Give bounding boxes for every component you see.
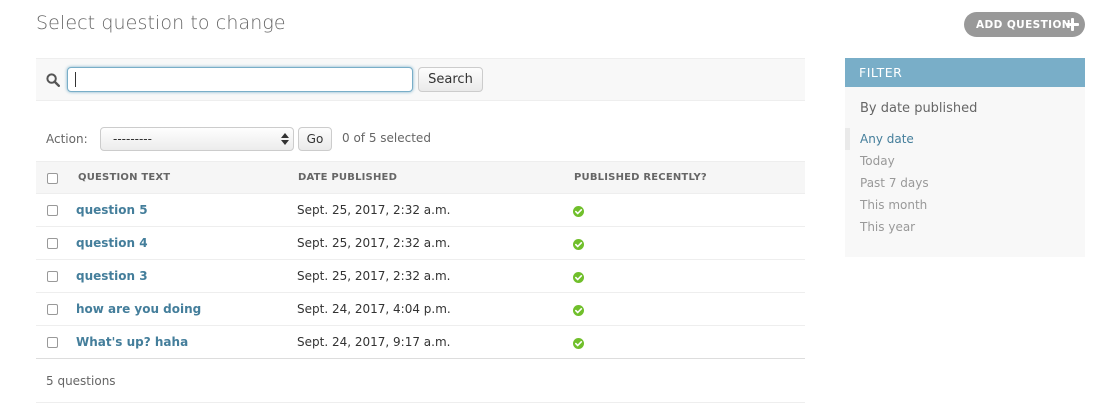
action-label: Action:: [46, 132, 88, 146]
selection-counter: 0 of 5 selected: [342, 131, 431, 145]
date-published: Sept. 24, 2017, 9:17 a.m.: [297, 335, 451, 349]
column-header-published-recently[interactable]: PUBLISHED RECENTLY?: [574, 172, 707, 183]
filter-title: FILTER: [845, 58, 1085, 87]
row-checkbox[interactable]: [47, 304, 58, 315]
results-table: QUESTION TEXT DATE PUBLISHED PUBLISHED R…: [36, 161, 805, 359]
question-link[interactable]: question 4: [76, 236, 148, 250]
search-icon: [46, 73, 60, 87]
filter-selected-marker: [845, 128, 850, 150]
question-link[interactable]: question 5: [76, 203, 148, 217]
column-header-date-published[interactable]: DATE PUBLISHED: [298, 172, 397, 183]
table-row: What's up? haha Sept. 24, 2017, 9:17 a.m…: [36, 326, 805, 359]
table-header: QUESTION TEXT DATE PUBLISHED PUBLISHED R…: [36, 161, 805, 194]
date-published: Sept. 25, 2017, 2:32 a.m.: [297, 236, 451, 250]
action-select[interactable]: ---------: [100, 127, 294, 151]
plus-icon: [1066, 18, 1079, 31]
question-link[interactable]: question 3: [76, 269, 148, 283]
add-question-label: ADD QUESTION: [976, 18, 1071, 31]
filter-panel: FILTER By date published Any date Today …: [845, 58, 1085, 257]
row-checkbox[interactable]: [47, 205, 58, 216]
question-link[interactable]: how are you doing: [76, 302, 201, 316]
paginator: 5 questions: [36, 360, 805, 403]
add-question-button[interactable]: ADD QUESTION: [964, 12, 1085, 37]
table-row: question 4 Sept. 25, 2017, 2:32 a.m.: [36, 227, 805, 260]
table-row: how are you doing Sept. 24, 2017, 4:04 p…: [36, 293, 805, 326]
check-circle-icon: [573, 338, 584, 349]
page-title: Select question to change: [36, 12, 286, 34]
check-circle-icon: [573, 272, 584, 283]
select-all-checkbox[interactable]: [47, 173, 58, 184]
action-select-value: ---------: [113, 132, 152, 146]
go-button[interactable]: Go: [298, 127, 332, 151]
filter-option-today[interactable]: Today: [860, 154, 895, 168]
filter-option-this-year[interactable]: This year: [860, 220, 915, 234]
search-input[interactable]: [67, 67, 413, 92]
select-arrows-icon: [281, 132, 289, 146]
table-row: question 5 Sept. 25, 2017, 2:32 a.m.: [36, 194, 805, 227]
check-circle-icon: [573, 239, 584, 250]
table-row: question 3 Sept. 25, 2017, 2:32 a.m.: [36, 260, 805, 293]
search-button[interactable]: Search: [418, 67, 483, 92]
date-published: Sept. 25, 2017, 2:32 a.m.: [297, 269, 451, 283]
row-checkbox[interactable]: [47, 337, 58, 348]
filter-option-past-7-days[interactable]: Past 7 days: [860, 176, 929, 190]
date-published: Sept. 25, 2017, 2:32 a.m.: [297, 203, 451, 217]
actions-bar: Action: --------- Go 0 of 5 selected: [36, 126, 805, 152]
search-toolbar: Search: [36, 58, 805, 101]
row-checkbox[interactable]: [47, 271, 58, 282]
date-published: Sept. 24, 2017, 4:04 p.m.: [297, 302, 451, 316]
filter-option-this-month[interactable]: This month: [860, 198, 927, 212]
check-circle-icon: [573, 206, 584, 217]
filter-section-title: By date published: [860, 101, 978, 116]
filter-option-any-date[interactable]: Any date: [860, 132, 914, 146]
check-circle-icon: [573, 305, 584, 316]
row-checkbox[interactable]: [47, 238, 58, 249]
result-count: 5 questions: [46, 374, 116, 388]
text-cursor: [75, 72, 76, 87]
question-link[interactable]: What's up? haha: [76, 335, 188, 349]
column-header-question-text[interactable]: QUESTION TEXT: [78, 172, 170, 183]
